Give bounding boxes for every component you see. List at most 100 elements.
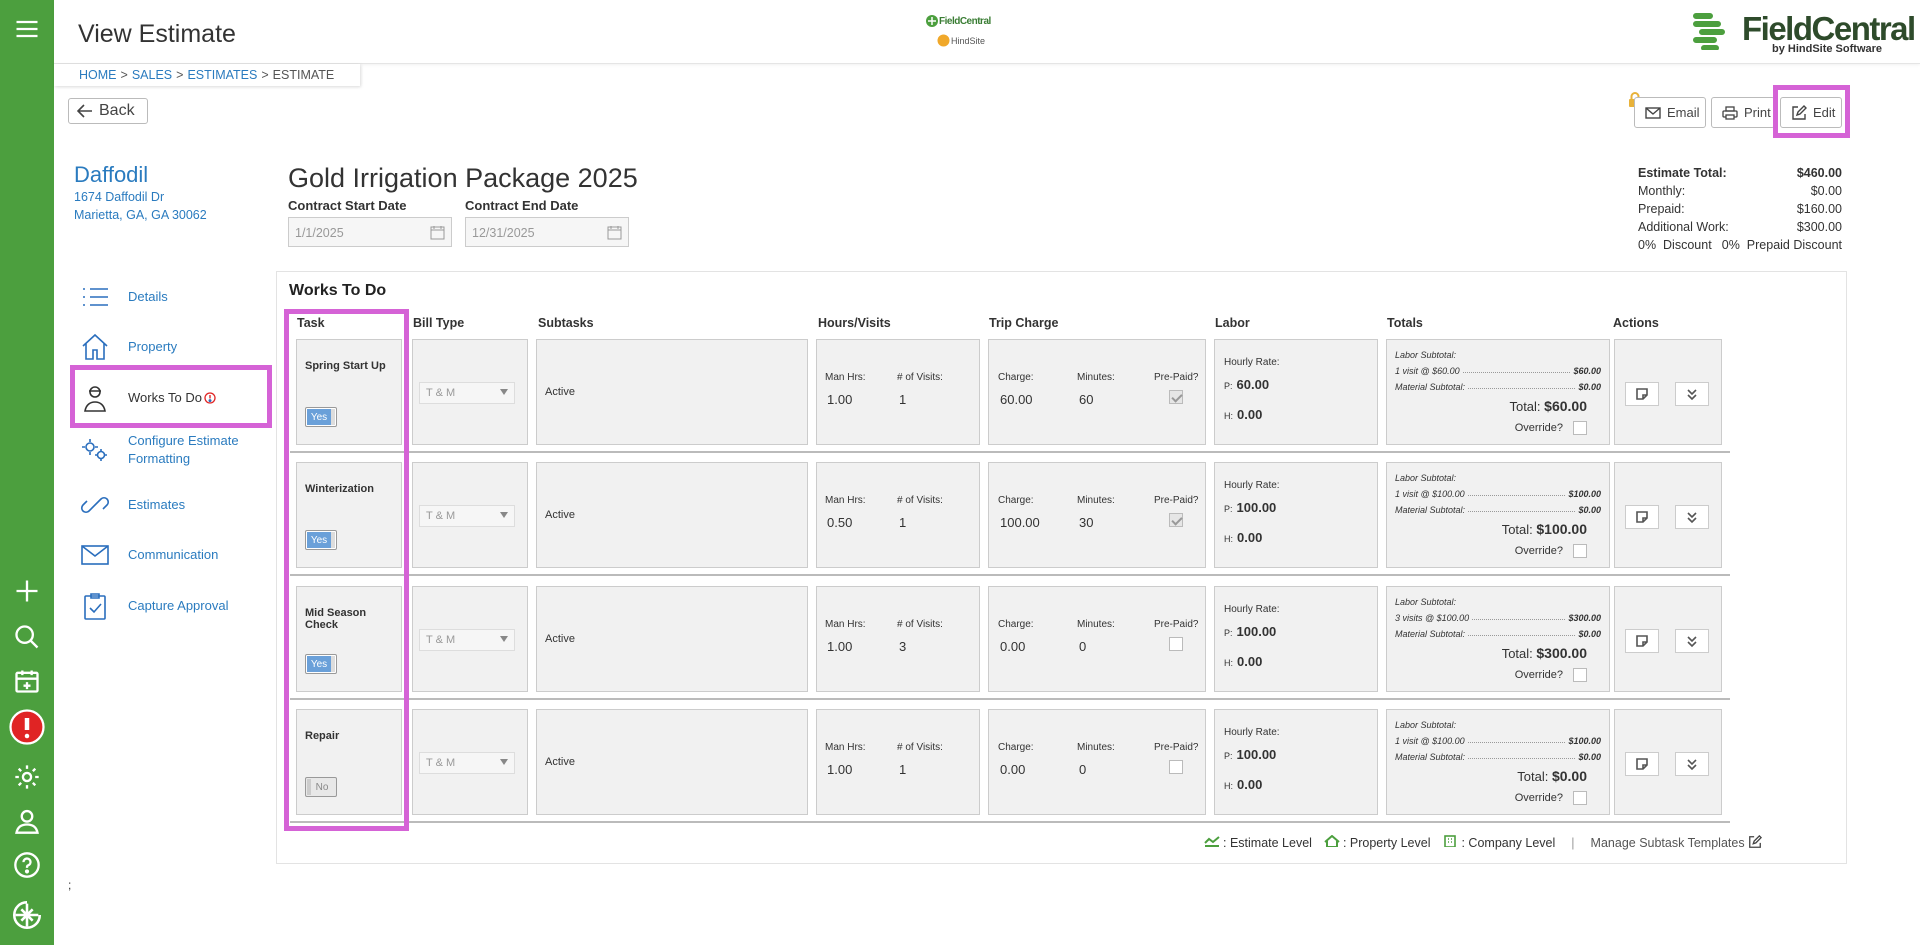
help-icon[interactable] xyxy=(8,846,46,884)
contract-start-input[interactable]: 1/1/2025 xyxy=(288,217,452,247)
customer-address-line1[interactable]: 1674 Daffodil Dr xyxy=(74,188,207,206)
link-icon xyxy=(80,496,110,514)
contract-start-value: 1/1/2025 xyxy=(295,226,344,240)
customer-address-line2[interactable]: Marietta, GA, GA 30062 xyxy=(74,206,207,224)
legend-company-level: : Company Level xyxy=(1442,835,1555,850)
alert-icon[interactable] xyxy=(8,708,46,746)
subtask-status: Active xyxy=(545,756,575,768)
double-chevron-down-icon xyxy=(1687,636,1697,648)
fieldcentral-logo-icon[interactable] xyxy=(8,896,46,934)
hours-visits-cell: Man Hrs: # of Visits: 1.00 1 xyxy=(816,709,980,815)
minutes-value: 30 xyxy=(1079,515,1094,530)
expand-button[interactable] xyxy=(1675,505,1709,529)
hourly-rate-label: Hourly Rate: xyxy=(1224,357,1280,368)
customer-name[interactable]: Daffodil xyxy=(74,162,207,188)
menu-icon[interactable] xyxy=(8,10,46,48)
notes-button[interactable] xyxy=(1625,382,1659,406)
nav-configure-formatting[interactable]: Configure Estimate Formatting xyxy=(80,432,270,468)
contract-end-input[interactable]: 12/31/2025 xyxy=(465,217,629,247)
bill-type-select[interactable]: T & M xyxy=(419,629,515,651)
add-icon[interactable] xyxy=(8,572,46,610)
calendar-add-icon[interactable] xyxy=(8,662,46,700)
printer-icon xyxy=(1722,105,1738,120)
nav-capture-approval[interactable]: Capture Approval xyxy=(80,591,270,621)
breadcrumb: HOME > SALES > ESTIMATES > ESTIMATE xyxy=(54,64,361,86)
back-button[interactable]: Back xyxy=(68,98,148,124)
search-icon[interactable] xyxy=(8,618,46,656)
override-checkbox[interactable] xyxy=(1573,544,1587,558)
subtask-status: Active xyxy=(545,633,575,645)
hours-visits-cell: Man Hrs: # of Visits: 1.00 1 xyxy=(816,339,980,445)
col-hours-visits: Hours/Visits xyxy=(818,316,891,330)
col-bill-type: Bill Type xyxy=(413,316,465,330)
notes-button[interactable] xyxy=(1625,629,1659,653)
email-button[interactable]: Email xyxy=(1634,97,1706,128)
nav-communication[interactable]: Communication xyxy=(80,540,270,570)
notes-button[interactable] xyxy=(1625,505,1659,529)
prepaid-checkbox[interactable] xyxy=(1169,760,1183,774)
calendar-icon[interactable] xyxy=(430,225,445,240)
chevron-down-icon xyxy=(500,636,508,642)
man-hrs-value: 0.50 xyxy=(827,515,853,530)
bill-type-select[interactable]: T & M xyxy=(419,505,515,527)
override-checkbox[interactable] xyxy=(1573,421,1587,435)
notes-button[interactable] xyxy=(1625,752,1659,776)
minutes-value: 0 xyxy=(1079,639,1087,654)
bill-type-select[interactable]: T & M xyxy=(419,752,515,774)
breadcrumb-separator: > xyxy=(261,68,269,82)
bill-type-cell: T & M xyxy=(412,709,528,815)
nav-property[interactable]: Property xyxy=(80,332,270,362)
rate-p: P: 100.00 xyxy=(1224,624,1277,639)
double-chevron-down-icon xyxy=(1687,389,1697,401)
table-row: Repair No T & M Active Man Hrs: # of Vis… xyxy=(290,701,1730,823)
prepaid-checkbox[interactable] xyxy=(1169,513,1183,527)
bill-type-select[interactable]: T & M xyxy=(419,382,515,404)
expand-button[interactable] xyxy=(1675,752,1709,776)
summary-total-row: Estimate Total: $460.00 xyxy=(1638,164,1842,182)
material-subtotal-line: Material Subtotal: $0.00 xyxy=(1395,382,1601,392)
override-group: Override? xyxy=(1515,668,1587,682)
row-total: Total: $60.00 xyxy=(1509,398,1587,414)
row-total: Total: $0.00 xyxy=(1517,768,1587,784)
labor-cell: Hourly Rate: P: 100.00 H: 0.00 xyxy=(1214,462,1378,568)
prepaid-checkbox[interactable] xyxy=(1169,637,1183,651)
man-hrs-label: Man Hrs: xyxy=(825,742,866,753)
summary-prepaid-row: Prepaid: $160.00 xyxy=(1638,200,1842,218)
override-checkbox[interactable] xyxy=(1573,791,1587,805)
bill-type-cell: T & M xyxy=(412,586,528,692)
prepaid-label: Pre-Paid? xyxy=(1154,742,1199,753)
breadcrumb-estimates[interactable]: ESTIMATES xyxy=(187,68,257,82)
print-button[interactable]: Print xyxy=(1711,97,1775,128)
nav-details[interactable]: Details xyxy=(80,282,270,312)
expand-button[interactable] xyxy=(1675,629,1709,653)
nav-estimates[interactable]: Estimates xyxy=(80,490,270,520)
charge-value: 60.00 xyxy=(1000,392,1033,407)
settings-icon[interactable] xyxy=(8,758,46,796)
table-row: Winterization Yes T & M Active Man Hrs: … xyxy=(290,454,1730,576)
totals-cell: Labor Subtotal: 1 visit @ $100.00 $100.00… xyxy=(1386,709,1610,815)
summary-discount: 0% Discount xyxy=(1638,238,1712,252)
charge-label: Charge: xyxy=(998,495,1034,506)
trip-charge-cell: Charge: Minutes: Pre-Paid? 0.00 0 xyxy=(988,586,1206,692)
manage-subtask-templates-link[interactable]: Manage Subtask Templates xyxy=(1591,834,1763,850)
charge-label: Charge: xyxy=(998,742,1034,753)
legend-divider: | xyxy=(1571,835,1575,850)
breadcrumb-sales[interactable]: SALES xyxy=(132,68,172,82)
charge-value: 100.00 xyxy=(1000,515,1040,530)
estimate-name: Gold Irrigation Package 2025 xyxy=(288,163,638,193)
prepaid-checkbox[interactable] xyxy=(1169,390,1183,404)
left-rail xyxy=(0,0,54,945)
summary-discount-row: 0% Discount 0% Prepaid Discount xyxy=(1638,236,1842,254)
calendar-icon[interactable] xyxy=(607,225,622,240)
bill-type-value: T & M xyxy=(426,510,456,522)
expand-button[interactable] xyxy=(1675,382,1709,406)
summary-monthly-value: $0.00 xyxy=(1810,184,1842,198)
actions-cell xyxy=(1614,586,1722,692)
nav-property-label: Property xyxy=(128,339,178,354)
nav-details-label: Details xyxy=(128,289,168,304)
fieldcentral-small-logo-icon xyxy=(926,15,938,27)
footer-text: ; xyxy=(68,878,72,892)
override-checkbox[interactable] xyxy=(1573,668,1587,682)
user-icon[interactable] xyxy=(8,802,46,840)
breadcrumb-home[interactable]: HOME xyxy=(79,68,117,82)
